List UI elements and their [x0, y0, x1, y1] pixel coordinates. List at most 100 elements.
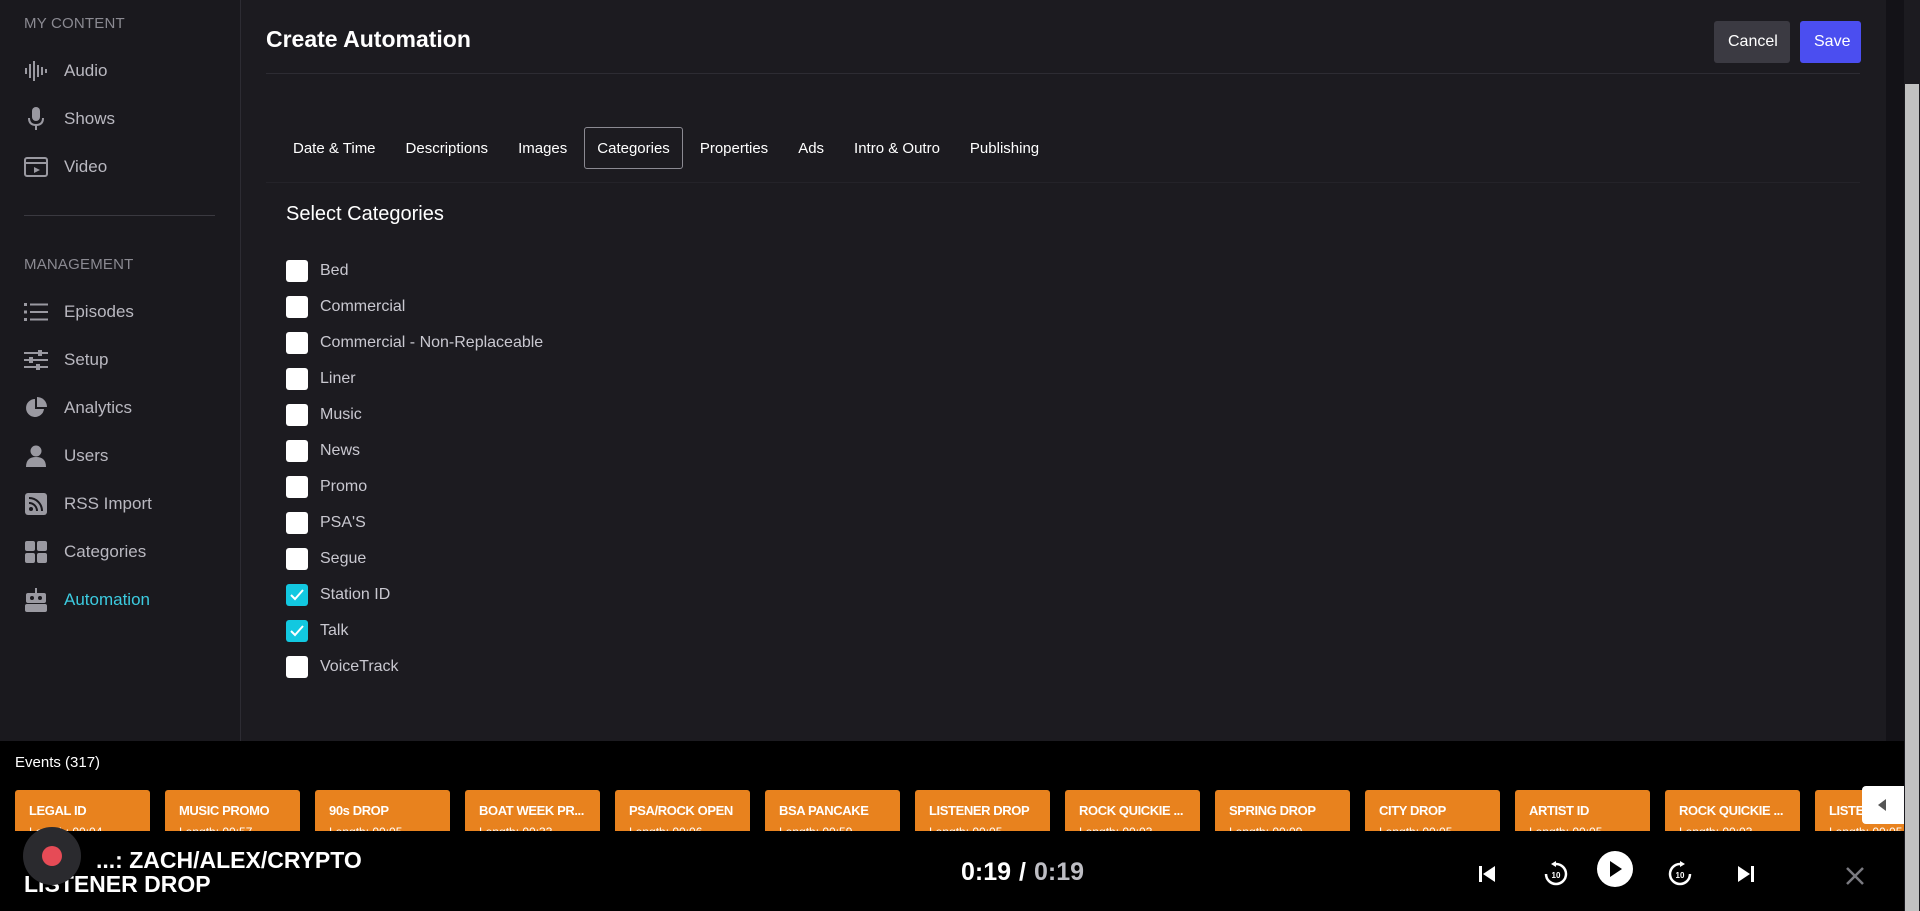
event-name: BSA PANCAKE — [779, 803, 869, 818]
event-card[interactable]: CITY DROP Length: 00:05 — [1365, 790, 1500, 835]
chevron-left-icon — [1878, 799, 1886, 811]
sidebar-item-label: Setup — [64, 350, 109, 369]
category-option-commercial-non-replaceable[interactable]: Commercial - Non-Replaceable — [286, 325, 543, 361]
category-checkbox[interactable] — [286, 368, 308, 390]
current-time: 0:19 — [961, 858, 1012, 886]
category-option-commercial[interactable]: Commercial — [286, 289, 543, 325]
play-button[interactable] — [1597, 851, 1633, 887]
page-title: Create Automation — [266, 26, 471, 52]
category-option-talk[interactable]: Talk — [286, 613, 543, 649]
video-icon — [24, 155, 48, 179]
event-card[interactable]: ROCK QUICKIE ... Length: 00:03 — [1665, 790, 1800, 835]
event-card[interactable]: ARTIST ID Length: 00:05 — [1515, 790, 1650, 835]
content-scroll-track — [1886, 0, 1904, 741]
category-label: Commercial — [320, 298, 406, 315]
select-categories-heading: Select Categories — [286, 203, 444, 225]
category-label: News — [320, 442, 361, 459]
event-card[interactable]: 90s DROP Length: 00:05 — [315, 790, 450, 835]
skip-previous-button[interactable] — [1475, 862, 1499, 886]
rewind-10-button[interactable]: 10 — [1540, 858, 1572, 890]
event-card[interactable]: PSA/ROCK OPEN Length: 00:06 — [615, 790, 750, 835]
event-card[interactable]: MUSIC PROMO Length: 00:57 — [165, 790, 300, 835]
forward-10-icon: 10 — [1668, 861, 1692, 886]
tab-publishing[interactable]: Publishing — [957, 127, 1052, 169]
tab-categories[interactable]: Categories — [584, 127, 683, 169]
tab-date-time[interactable]: Date & Time — [280, 127, 389, 169]
waveform-icon — [24, 59, 48, 83]
category-option-news[interactable]: News — [286, 433, 543, 469]
sidebar-item-automation[interactable]: Automation — [24, 585, 224, 615]
record-button[interactable] — [23, 827, 81, 885]
category-checkbox[interactable] — [286, 260, 308, 282]
event-name: ROCK QUICKIE ... — [1679, 803, 1784, 818]
event-card[interactable]: LEGAL IDLength: 00:04 — [15, 790, 150, 835]
event-name: CITY DROP — [1379, 803, 1446, 818]
cancel-button[interactable]: Cancel — [1714, 21, 1790, 63]
time-separator: / — [1019, 858, 1026, 886]
sidebar-item-shows[interactable]: Shows — [24, 104, 224, 134]
skip-next-button[interactable] — [1734, 862, 1758, 886]
event-name: 90s DROP — [329, 803, 389, 818]
tab-intro-outro[interactable]: Intro & Outro — [841, 127, 953, 169]
category-checkbox[interactable] — [286, 296, 308, 318]
category-label: Liner — [320, 370, 356, 387]
category-option-station-id[interactable]: Station ID — [286, 577, 543, 613]
sidebar-item-users[interactable]: Users — [24, 441, 224, 471]
page-scrollbar-thumb[interactable] — [1905, 84, 1919, 911]
management-section-label: MANAGEMENT — [24, 256, 134, 273]
save-button[interactable]: Save — [1800, 21, 1861, 63]
sidebar-item-categories[interactable]: Categories — [24, 537, 224, 567]
category-label: Commercial - Non-Replaceable — [320, 334, 544, 351]
forward-10-button[interactable]: 10 — [1664, 858, 1696, 890]
event-card[interactable]: ROCK QUICKIE ... Length: 00:03 — [1065, 790, 1200, 835]
sidebar-item-audio[interactable]: Audio — [24, 56, 224, 86]
sidebar-item-video[interactable]: Video — [24, 152, 224, 182]
category-option-psas[interactable]: PSA'S — [286, 505, 543, 541]
category-option-bed[interactable]: Bed — [286, 253, 543, 289]
category-checkbox[interactable] — [286, 584, 308, 606]
category-checkbox[interactable] — [286, 404, 308, 426]
category-option-segue[interactable]: Segue — [286, 541, 543, 577]
sidebar-item-rss-import[interactable]: RSS Import — [24, 489, 224, 519]
event-card[interactable]: BOAT WEEK PR... Length: 00:33 — [465, 790, 600, 835]
sidebar-item-label: Automation — [64, 590, 150, 609]
tab-images[interactable]: Images — [505, 127, 580, 169]
event-name: ARTIST ID — [1529, 803, 1589, 818]
event-card[interactable]: BSA PANCAKE Length: 00:59 — [765, 790, 900, 835]
tab-properties[interactable]: Properties — [687, 127, 781, 169]
sidebar-item-episodes[interactable]: Episodes — [24, 297, 224, 327]
category-option-voicetrack[interactable]: VoiceTrack — [286, 649, 543, 685]
check-icon — [290, 625, 304, 637]
sidebar-item-setup[interactable]: Setup — [24, 345, 224, 375]
tab-bar: Date & Time Descriptions Images Categori… — [280, 127, 1056, 169]
events-title: Events (317) — [15, 754, 101, 771]
tab-ads[interactable]: Ads — [785, 127, 837, 169]
collapse-strip-button[interactable] — [1862, 786, 1904, 824]
event-card[interactable]: LISTENER DROPLength: 00:05 — [915, 790, 1050, 835]
category-checkbox[interactable] — [286, 548, 308, 570]
category-checkbox[interactable] — [286, 620, 308, 642]
category-label: Bed — [320, 262, 349, 279]
my-content-section-label: MY CONTENT — [24, 15, 125, 32]
sidebar-item-analytics[interactable]: Analytics — [24, 393, 224, 423]
category-label: Promo — [320, 478, 368, 495]
category-checkbox[interactable] — [286, 332, 308, 354]
user-icon — [24, 444, 48, 468]
close-player-button[interactable] — [1843, 864, 1867, 888]
category-list: Bed Commercial Commercial - Non-Replacea… — [286, 253, 543, 685]
tab-descriptions[interactable]: Descriptions — [393, 127, 502, 169]
category-checkbox[interactable] — [286, 512, 308, 534]
play-icon — [1610, 861, 1622, 877]
category-checkbox[interactable] — [286, 476, 308, 498]
microphone-icon — [24, 107, 48, 131]
grid-icon — [24, 540, 48, 564]
category-checkbox[interactable] — [286, 440, 308, 462]
category-option-liner[interactable]: Liner — [286, 361, 543, 397]
category-label: Segue — [320, 550, 367, 567]
rewind-10-icon: 10 — [1544, 861, 1568, 886]
category-option-music[interactable]: Music — [286, 397, 543, 433]
event-name: BOAT WEEK PR... — [479, 803, 584, 818]
event-card[interactable]: SPRING DROP Length: 00:09 — [1215, 790, 1350, 835]
category-option-promo[interactable]: Promo — [286, 469, 543, 505]
category-checkbox[interactable] — [286, 656, 308, 678]
